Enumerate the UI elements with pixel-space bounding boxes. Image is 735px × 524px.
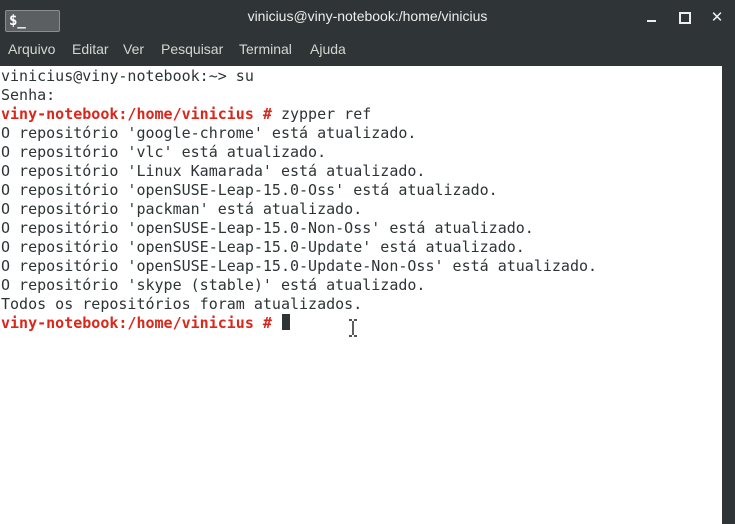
terminal-line: viny-notebook:/home/vinicius # zypper re… [1,105,371,124]
terminal-line-text [272,314,281,332]
terminal-line-text: O repositório 'openSUSE-Leap-15.0-Oss' e… [1,181,498,199]
terminal-line: O repositório 'vlc' está atualizado. [1,143,326,162]
terminal-line: O repositório 'Linux Kamarada' está atua… [1,162,425,181]
title-bar[interactable]: $_ vinicius@viny-notebook:/home/vinicius… [0,0,735,35]
menu-item-ver[interactable]: Ver [123,41,144,58]
menu-bar: Arquivo Editar Ver Pesquisar Terminal Aj… [0,35,735,66]
terminal-line: viny-notebook:/home/vinicius # [1,314,290,333]
menu-item-pesquisar[interactable]: Pesquisar [161,41,223,58]
terminal-line-text: O repositório 'openSUSE-Leap-15.0-Non-Os… [1,219,534,237]
terminal-line: O repositório 'openSUSE-Leap-15.0-Non-Os… [1,219,534,238]
menu-item-ajuda[interactable]: Ajuda [310,41,346,58]
terminal-line: O repositório 'openSUSE-Leap-15.0-Update… [1,257,597,276]
shell-prompt: viny-notebook:/home/vinicius # [1,105,272,123]
terminal-window: $_ vinicius@viny-notebook:/home/vinicius… [0,0,735,524]
maximize-icon[interactable] [675,8,693,26]
terminal-line-text: O repositório 'skype (stable)' está atua… [1,276,426,294]
terminal-line: O repositório 'packman' está atualizado. [1,200,362,219]
window-title: vinicius@viny-notebook:/home/vinicius [247,8,488,24]
terminal-cursor [281,314,290,330]
terminal-output[interactable]: vinicius@viny-notebook:~> su Senha: viny… [0,66,722,524]
terminal-line: O repositório 'openSUSE-Leap-15.0-Update… [1,238,525,257]
terminal-line-text: O repositório 'google-chrome' está atual… [1,124,417,142]
terminal-line-text: Senha: [1,86,56,104]
terminal-line-text: zypper ref [271,105,372,123]
terminal-line: Senha: [1,86,55,105]
text-cursor-icon [349,319,357,337]
menu-item-arquivo[interactable]: Arquivo [8,41,55,58]
close-icon[interactable]: ✕ [708,8,726,26]
minimize-icon[interactable] [643,8,661,26]
shell-prompt: viny-notebook:/home/vinicius # [1,314,272,332]
terminal-line-text: O repositório 'vlc' está atualizado. [1,143,327,161]
terminal-line: vinicius@viny-notebook:~> su [1,67,254,86]
scrollbar[interactable] [722,66,735,524]
terminal-line-text: O repositório 'packman' está atualizado. [1,200,363,218]
menu-item-terminal[interactable]: Terminal [239,41,292,58]
terminal-line: Todos os repositórios foram atualizados. [1,295,362,314]
terminal-line: O repositório 'google-chrome' está atual… [1,124,416,143]
terminal-line-text: O repositório 'Linux Kamarada' está atua… [1,162,426,180]
terminal-line-text: vinicius@viny-notebook:~> su [1,67,254,85]
menu-item-editar[interactable]: Editar [72,41,109,58]
terminal-line: O repositório 'skype (stable)' está atua… [1,276,425,295]
terminal-line-text: O repositório 'openSUSE-Leap-15.0-Update… [1,238,525,256]
terminal-line-text: O repositório 'openSUSE-Leap-15.0-Update… [1,257,598,275]
terminal-line-text: Todos os repositórios foram atualizados. [1,295,363,313]
terminal-line: O repositório 'openSUSE-Leap-15.0-Oss' e… [1,181,498,200]
